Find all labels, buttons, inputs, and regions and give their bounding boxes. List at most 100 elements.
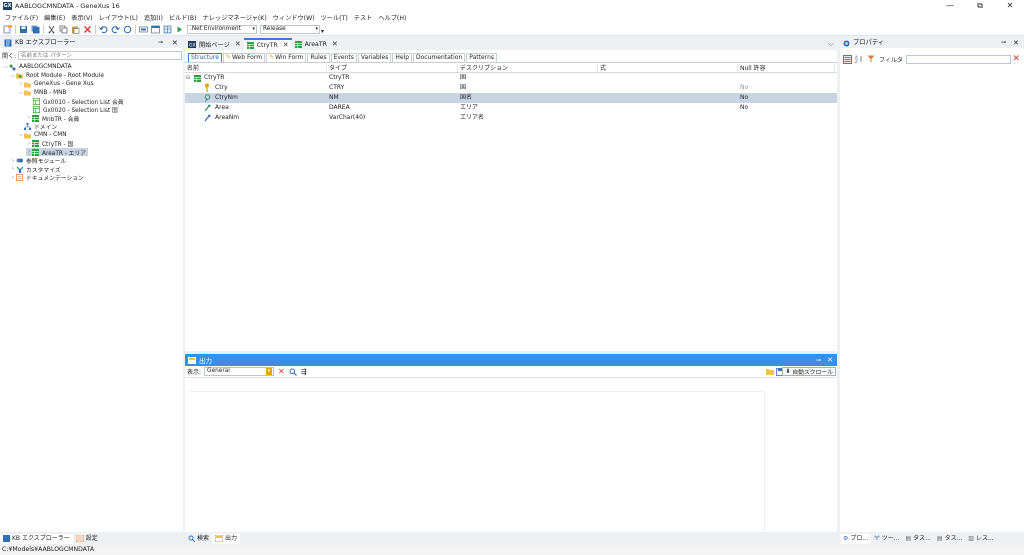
build-icon[interactable] [139, 25, 148, 34]
pin-icon[interactable]: ⊸ [1001, 38, 1006, 48]
pin-icon[interactable]: ⊸ [158, 38, 163, 48]
tab-win-form[interactable]: ✎ Win Form [266, 53, 307, 62]
menu-knowledge-manager[interactable]: ナレッジマネージャ(K) [203, 13, 267, 22]
tab-tasks-2[interactable]: ▤ タス... [934, 534, 965, 544]
output-show-select[interactable]: General ▾ [204, 367, 275, 376]
menu-test[interactable]: テスト [354, 13, 373, 22]
word-wrap-icon[interactable]: ⇶ [301, 368, 307, 376]
kb-search-input[interactable] [18, 51, 183, 60]
calendar-icon[interactable] [151, 25, 160, 34]
pin-icon[interactable]: ⊸ [816, 357, 821, 364]
close-tab-icon[interactable]: ✕ [332, 40, 338, 48]
menu-edit[interactable]: 編集(E) [44, 13, 65, 22]
undo-icon[interactable] [99, 25, 108, 34]
delete-icon[interactable] [83, 25, 92, 34]
cut-icon[interactable] [47, 25, 56, 34]
tree-item-cmn[interactable]: ⌵ CMN - CMN [18, 131, 67, 139]
tab-output[interactable]: 出力 [212, 533, 241, 544]
configuration-select[interactable]: Release ▾ [260, 24, 320, 34]
table-row[interactable]: AreaNm VarChar(40) エリア名 [185, 113, 837, 123]
output-text-area[interactable] [190, 391, 765, 532]
column-type[interactable]: タイプ [327, 64, 458, 72]
tree-item-gx0010[interactable]: Gx0010 - Selection List 会員 [33, 97, 124, 106]
new-object-icon[interactable] [3, 24, 12, 34]
tab-structure[interactable]: Structure [188, 53, 222, 62]
tab-events[interactable]: Events [330, 53, 357, 62]
tree-item-root-module[interactable]: ⌵ Root Module - Root Module [10, 72, 104, 80]
tree-item-areatr[interactable]: › AreaTR - エリア [26, 148, 89, 157]
close-tab-icon[interactable]: ✕ [235, 40, 241, 48]
tree-item-kb[interactable]: ⌵ AABLOGCMNDATA [3, 63, 71, 71]
table-row[interactable]: CtryNm NM 国名 No [185, 93, 837, 103]
column-name[interactable]: 名前 [185, 64, 327, 72]
clear-output-icon[interactable]: ✕ [278, 367, 285, 376]
close-window-button[interactable]: ✕ [995, 1, 1024, 11]
column-formula[interactable]: 式 [598, 64, 738, 72]
tab-responsive[interactable]: ▥ レス... [965, 534, 996, 544]
close-tab-icon[interactable]: ✕ [283, 41, 289, 49]
tab-toolbox[interactable]: 🝖 ツー... [871, 534, 902, 544]
menu-window[interactable]: ウィンドウ(W) [273, 13, 315, 22]
tree-item-ctrytr[interactable]: › CtryTR - 国 [26, 140, 73, 148]
property-filter-input[interactable] [905, 54, 1011, 64]
filter-icon[interactable] [867, 55, 875, 63]
tab-search[interactable]: 検索 [185, 534, 212, 544]
close-panel-icon[interactable]: ✕ [1013, 38, 1019, 48]
tree-item-mnbtr[interactable]: › MnbTR - 会員 [26, 114, 79, 123]
tab-preferences[interactable]: 設定 [73, 534, 101, 544]
table-row[interactable]: ⊟ CtryTR CtryTR 国 [185, 73, 837, 83]
toolbar-overflow-icon[interactable]: ▾ [321, 28, 324, 35]
clear-filter-icon[interactable]: ✕ [1012, 54, 1020, 64]
menu-build[interactable]: ビルド(B) [169, 13, 197, 22]
close-panel-icon[interactable]: ✕ [827, 356, 833, 364]
tab-areatr[interactable]: AreaTR ✕ [292, 38, 341, 50]
column-description[interactable]: デスクリプション [458, 64, 598, 72]
save-icon[interactable] [19, 25, 28, 34]
run-icon[interactable] [175, 25, 184, 34]
tab-documentation[interactable]: Documentation [413, 53, 466, 62]
navigate-back-icon[interactable] [123, 25, 132, 34]
tab-kb-explorer[interactable]: KB エクスプローラー [0, 533, 73, 544]
menu-view[interactable]: 表示(V) [71, 13, 92, 22]
paste-icon[interactable] [71, 25, 80, 34]
tab-patterns[interactable]: Patterns [466, 53, 497, 62]
minimize-button[interactable]: — [935, 1, 965, 11]
table-row[interactable]: Area DAREA エリア No [185, 103, 837, 113]
search-icon[interactable] [289, 368, 297, 376]
maximize-button[interactable]: ⧉ [965, 1, 995, 11]
tree-item-mnb[interactable]: ⌵ MNB - MNB [18, 89, 66, 97]
tree-item-gx0020[interactable]: Gx0020 - Selection List 国 [33, 106, 118, 114]
tab-start-page[interactable]: GX 開始ページ ✕ [185, 38, 244, 50]
database-icon[interactable] [163, 25, 172, 34]
tab-ctrytr[interactable]: CtryTR ✕ [243, 38, 292, 50]
menu-tools[interactable]: ツール(T) [321, 13, 348, 22]
column-nullable[interactable]: Null 許容 [738, 64, 835, 72]
menu-layout[interactable]: レイアウト(L) [99, 13, 138, 22]
tree-item-documentation[interactable]: › ドキュメンテーション [10, 174, 84, 182]
open-folder-icon[interactable] [766, 368, 774, 375]
table-row[interactable]: Ctry CTRY 国 No [185, 83, 837, 93]
tab-variables[interactable]: Variables [357, 53, 392, 62]
tab-help[interactable]: Help [392, 53, 413, 62]
tree-item-genexus[interactable]: › GeneXus - Gene Xus [18, 80, 94, 88]
menu-insert[interactable]: 追加(I) [144, 13, 163, 22]
tree-item-references[interactable]: › 参照モジュール [10, 157, 66, 166]
categorized-view-icon[interactable] [843, 54, 852, 64]
menu-file[interactable]: ファイル(F) [5, 13, 38, 22]
tree-item-customize[interactable]: › カスタマイズ [10, 165, 61, 174]
tab-tasks-1[interactable]: ▤ タス... [902, 534, 933, 544]
environment-select[interactable]: .Net Environment ▾ [187, 24, 257, 34]
tree-item-domains[interactable]: ドメイン [24, 123, 57, 131]
save-all-icon[interactable] [31, 25, 40, 34]
tab-web-form[interactable]: ✎ Web Form [222, 53, 266, 62]
tab-rules[interactable]: Rules [307, 53, 330, 62]
tab-properties[interactable]: ⚙ プロ... [840, 533, 872, 544]
close-panel-icon[interactable]: ✕ [172, 38, 178, 48]
autoscroll-toggle[interactable]: ⬇ 自動スクロール [782, 367, 836, 376]
collapse-box-icon[interactable]: ⊟ [186, 73, 190, 83]
redo-icon[interactable] [111, 25, 120, 34]
tab-overflow-chevron-icon[interactable]: ⌵ [828, 39, 834, 49]
menu-help[interactable]: ヘルプ(H) [378, 13, 406, 22]
alphabetical-sort-icon[interactable]: AZ [855, 55, 863, 63]
copy-icon[interactable] [59, 25, 68, 34]
